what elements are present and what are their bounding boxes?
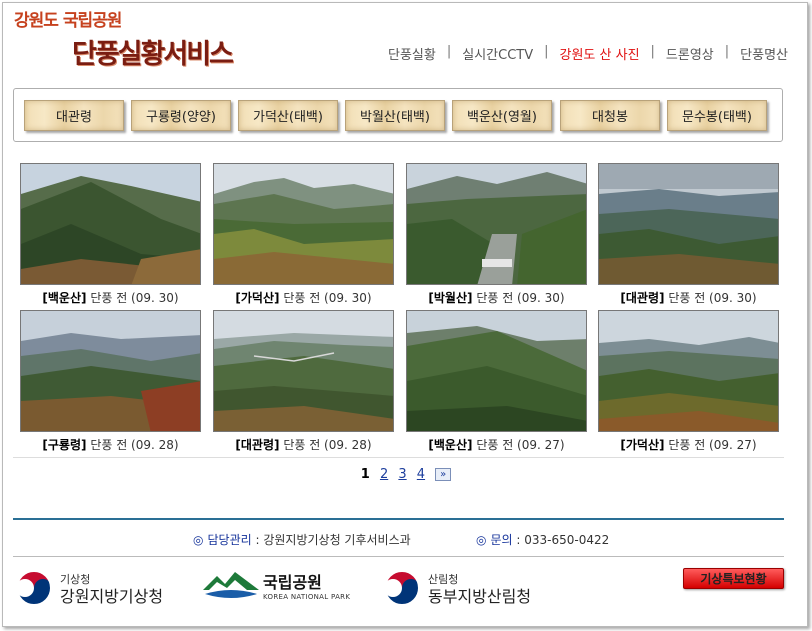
footer-manager: ◎ 담당관리 : 강원지방기상청 기후서비스과 xyxy=(193,531,411,548)
nav-foliage-status[interactable]: 단풍실황 xyxy=(388,44,436,63)
nav-mountain-photos[interactable]: 강원도 산 사진 xyxy=(560,44,640,63)
taegeuk-icon xyxy=(14,568,54,608)
forest-large-label: 동부지방산림청 xyxy=(428,587,532,606)
footer-divider xyxy=(13,518,784,520)
tab-bagwolsan[interactable]: 박월산(태백) xyxy=(345,100,445,131)
footer-divider-thin xyxy=(13,556,784,557)
mountain-photo[interactable] xyxy=(213,310,394,432)
photo-caption: [대관령] 단풍 전 (09. 28) xyxy=(235,438,372,452)
weather-alert-button[interactable]: 기상특보현황 xyxy=(683,568,784,589)
mountain-photo[interactable] xyxy=(406,163,587,285)
taegeuk-icon xyxy=(382,568,422,608)
contact-label: 문의 xyxy=(490,533,513,547)
photo-caption: [가덕산] 단풍 전 (09. 27) xyxy=(620,438,757,452)
photo-caption: [백운산] 단풍 전 (09. 30) xyxy=(42,291,179,305)
photo-card: [백운산] 단풍 전 (09. 30) xyxy=(20,163,201,306)
page-link[interactable]: 3 xyxy=(398,467,406,482)
contact-value: : 033-650-0422 xyxy=(516,533,610,547)
logo-subtitle: 강원도 국립공원 xyxy=(14,11,122,31)
nav-separator: | xyxy=(724,44,730,59)
bullet-icon: ◎ xyxy=(476,533,487,547)
tab-guryongryeong[interactable]: 구룡령(양양) xyxy=(131,100,231,131)
nav-drone-video[interactable]: 드론영상 xyxy=(666,44,714,63)
tab-daecheongbong[interactable]: 대청봉 xyxy=(560,100,660,131)
knp-english-label: KOREA NATIONAL PARK xyxy=(263,593,351,601)
tab-munsubong[interactable]: 문수봉(태백) xyxy=(667,100,767,131)
tab-daegwallyeong[interactable]: 대관령 xyxy=(24,100,124,131)
page-current: 1 xyxy=(360,467,370,482)
nav-cctv[interactable]: 실시간CCTV xyxy=(462,44,533,63)
nav-separator: | xyxy=(650,44,655,59)
knp-korean-label: 국립공원 xyxy=(263,573,322,592)
forest-small-label: 산림청 xyxy=(428,573,459,586)
manager-label: 담당관리 xyxy=(207,533,252,547)
tab-baegunsan[interactable]: 백운산(영월) xyxy=(452,100,552,131)
kma-small-label: 기상청 xyxy=(60,573,91,586)
kma-logo-link[interactable]: 기상청 강원지방기상청 xyxy=(14,568,163,608)
tab-gadeoksan[interactable]: 가덕산(태백) xyxy=(238,100,338,131)
pagination: 1 2 3 4 » xyxy=(0,467,812,482)
top-nav: 단풍실황 | 실시간CCTV | 강원도 산 사진 | 드론영상 | 단풍명산 xyxy=(388,44,788,63)
logo-title: 단풍실황서비스 xyxy=(72,39,234,70)
photo-card: [가덕산] 단풍 전 (09. 27) xyxy=(598,310,779,453)
nav-separator: | xyxy=(544,44,549,59)
footer-contact: ◎ 문의 : 033-650-0422 xyxy=(476,531,609,548)
mountain-photo[interactable] xyxy=(20,163,201,285)
page-link[interactable]: 2 xyxy=(380,467,388,482)
photo-caption: [백운산] 단풍 전 (09. 27) xyxy=(428,438,565,452)
photo-card: [박월산] 단풍 전 (09. 30) xyxy=(406,163,587,306)
mountain-photo[interactable] xyxy=(598,310,779,432)
photo-caption: [구룡령] 단풍 전 (09. 28) xyxy=(42,438,179,452)
photo-card: [구룡령] 단풍 전 (09. 28) xyxy=(20,310,201,453)
bullet-icon: ◎ xyxy=(193,533,204,547)
photo-card: [백운산] 단풍 전 (09. 27) xyxy=(406,310,587,453)
mountain-photo[interactable] xyxy=(598,163,779,285)
photo-card: [가덕산] 단풍 전 (09. 30) xyxy=(213,163,394,306)
forest-logo-link[interactable]: 산림청 동부지방산림청 xyxy=(382,568,531,608)
next-page-icon[interactable]: » xyxy=(435,468,452,481)
nav-famous-mountains[interactable]: 단풍명산 xyxy=(740,44,788,63)
mountain-photo[interactable] xyxy=(406,310,587,432)
kma-large-label: 강원지방기상청 xyxy=(60,587,164,606)
photo-caption: [가덕산] 단풍 전 (09. 30) xyxy=(235,291,372,305)
knp-mountain-icon xyxy=(203,572,259,598)
grid-divider xyxy=(13,457,784,458)
knp-logo-link[interactable]: 국립공원 KOREA NATIONAL PARK xyxy=(203,568,350,602)
site-logo[interactable]: 강원도 국립공원 단풍실황서비스 xyxy=(14,6,234,71)
photo-caption: [대관령] 단풍 전 (09. 30) xyxy=(620,291,757,305)
mountain-tab-bar: 대관령 구룡령(양양) 가덕산(태백) 박월산(태백) 백운산(영월) 대청봉 … xyxy=(13,88,783,142)
photo-card: [대관령] 단풍 전 (09. 30) xyxy=(598,163,779,306)
mountain-photo[interactable] xyxy=(20,310,201,432)
manager-value: : 강원지방기상청 기후서비스과 xyxy=(255,533,411,547)
page-link[interactable]: 4 xyxy=(417,467,425,482)
mountain-photo[interactable] xyxy=(213,163,394,285)
photo-card: [대관령] 단풍 전 (09. 28) xyxy=(213,310,394,453)
nav-separator: | xyxy=(446,44,452,59)
photo-caption: [박월산] 단풍 전 (09. 30) xyxy=(428,291,565,305)
